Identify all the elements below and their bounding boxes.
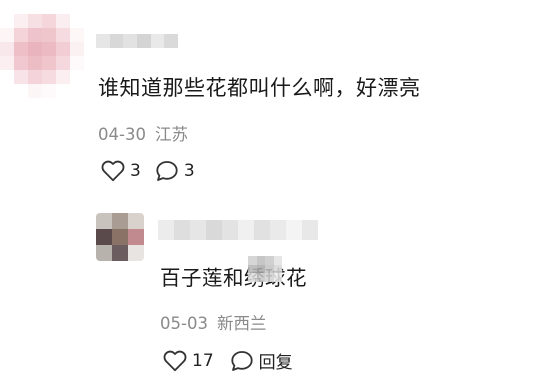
comment-location: 江苏 [154,125,188,144]
avatar[interactable] [96,213,144,261]
like-count: 17 [192,350,214,371]
reply-actions: 17 回复 [163,348,293,373]
like-button[interactable]: 3 [101,160,141,182]
username-blurred[interactable] [158,220,318,240]
reply-meta: 05-03 新西兰 [160,310,266,334]
comment-date: 04-30 [98,125,146,144]
reply-label: 回复 [258,353,293,373]
like-count: 3 [130,161,141,181]
like-button[interactable]: 17 [163,350,214,372]
avatar[interactable] [0,14,84,98]
reply-location: 新西兰 [216,314,267,333]
blur-patch [248,256,282,283]
comment-text: 谁知道那些花都叫什么啊，好漂亮 [98,76,421,100]
reply-text: 百子莲和绣球花 [160,266,307,290]
speech-bubble-icon [155,160,179,182]
heart-icon [101,160,125,182]
reply-date: 05-03 [160,314,208,333]
reply-button[interactable]: 回复 [230,348,293,373]
reply-count: 3 [183,161,195,181]
comment-meta: 04-30 江苏 [98,121,188,145]
reply-button[interactable]: 3 [155,160,195,182]
username-blurred[interactable] [96,34,179,48]
speech-bubble-icon [230,350,254,372]
heart-icon [163,350,187,372]
comment-actions: 3 3 [101,160,195,182]
